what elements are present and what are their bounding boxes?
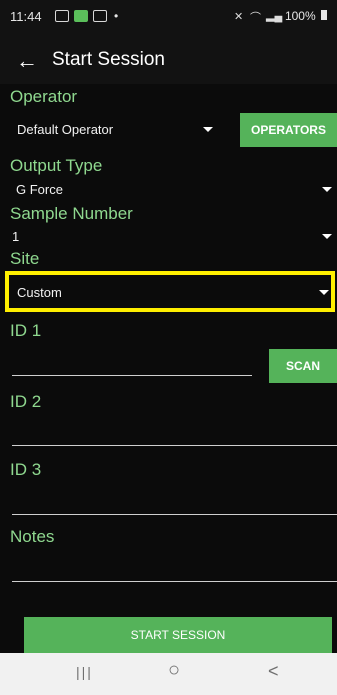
sample-number-dropdown-caret-icon <box>322 234 332 239</box>
id2-input[interactable] <box>12 420 337 446</box>
output-type-value: G Force <box>16 182 63 197</box>
id1-input[interactable] <box>12 350 252 376</box>
more-notifications-dot: • <box>114 9 119 23</box>
battery-text: 100% <box>284 9 316 23</box>
back-arrow-icon[interactable]: ← <box>16 48 38 74</box>
output-type-dropdown-caret-icon <box>322 187 332 192</box>
operator-value: Default Operator <box>17 122 114 137</box>
site-value: Custom <box>17 285 62 300</box>
calendar-notification-icon <box>93 10 107 22</box>
sample-number-label: Sample Number <box>10 204 133 223</box>
signal-icon: ▂▄ <box>266 10 283 22</box>
site-dropdown-caret-icon <box>319 290 329 295</box>
id1-label: ID 1 <box>10 321 42 340</box>
notes-input[interactable] <box>12 556 337 582</box>
scan-button[interactable]: SCAN <box>269 349 337 383</box>
home-icon[interactable]: ○ <box>168 659 180 682</box>
notes-label: Notes <box>10 527 55 546</box>
operator-label: Operator <box>10 87 78 106</box>
gallery-notification-icon <box>55 10 69 22</box>
sample-number-value: 1 <box>12 229 20 244</box>
mute-icon: ✕ <box>234 11 244 23</box>
app-bar: ← Start Session <box>0 36 337 84</box>
system-nav-bar: ||| ○ < <box>0 653 337 695</box>
operator-dropdown-caret-icon <box>203 127 213 132</box>
output-type-select[interactable]: G Force <box>10 180 335 200</box>
id2-underline <box>12 445 337 446</box>
operator-select[interactable]: Default Operator <box>10 114 220 144</box>
operators-button[interactable]: OPERATORS <box>240 113 337 147</box>
sample-number-select[interactable]: 1 <box>10 227 335 247</box>
status-time: 11:44 <box>10 9 42 24</box>
output-type-label: Output Type <box>10 156 103 175</box>
recent-apps-icon[interactable]: ||| <box>76 664 93 680</box>
message-notification-icon <box>74 10 88 22</box>
id2-label: ID 2 <box>10 392 42 411</box>
battery-percent: 100% <box>285 9 327 23</box>
notes-underline <box>12 581 337 582</box>
site-select[interactable]: Custom <box>10 281 330 305</box>
id3-input[interactable] <box>12 489 337 515</box>
site-label: Site <box>10 249 40 268</box>
start-session-button[interactable]: START SESSION <box>24 617 332 653</box>
page-title: Start Session <box>52 49 165 70</box>
status-bar: 11:44 • ✕ ⌒ ▂▄ 100% <box>0 0 337 36</box>
id3-underline <box>12 514 337 515</box>
id1-underline <box>12 375 252 376</box>
battery-icon <box>321 10 327 20</box>
id3-label: ID 3 <box>10 460 42 479</box>
nav-back-icon[interactable]: < <box>268 661 279 682</box>
wifi-icon: ⌒ <box>250 12 261 24</box>
